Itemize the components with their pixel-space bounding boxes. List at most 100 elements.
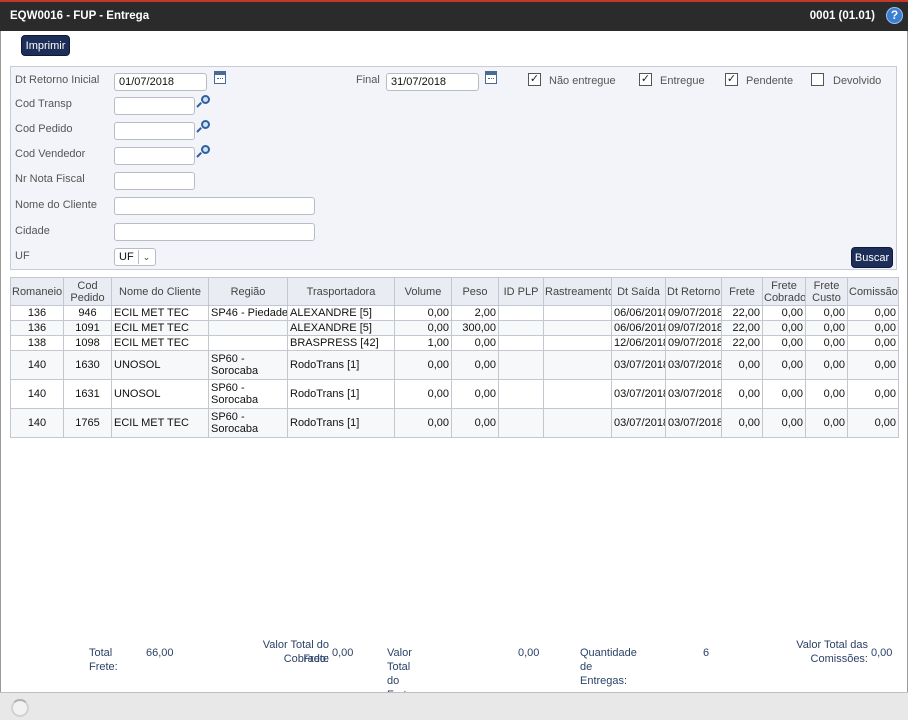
- uf-label: UF: [15, 250, 30, 262]
- cell: SP46 - Piedade: [208, 305, 288, 321]
- cell: RodoTrans [1]: [287, 408, 395, 438]
- nr-nota-fiscal-input[interactable]: [114, 172, 195, 190]
- col-header[interactable]: Dt Retorno: [665, 277, 722, 306]
- total-frete-label: Total Frete:: [89, 647, 118, 673]
- cell: 0,00: [451, 335, 499, 351]
- table-header-row: Romaneio Cod Pedido Nome do Cliente Regi…: [10, 277, 899, 306]
- col-header[interactable]: Dt Saída: [611, 277, 666, 306]
- entregue-label: Entregue: [660, 75, 705, 87]
- table-row[interactable]: 140 1630 UNOSOL SP60 - Sorocaba RodoTran…: [10, 350, 899, 380]
- pendente-label: Pendente: [746, 75, 794, 87]
- cell: 1091: [63, 320, 112, 336]
- search-button[interactable]: Buscar: [851, 247, 893, 268]
- cell: SP60 - Sorocaba: [208, 379, 288, 409]
- cell: [543, 320, 612, 336]
- cell: 0,00: [805, 379, 848, 409]
- cell: 0,00: [451, 379, 499, 409]
- cell: [208, 320, 288, 336]
- cell: 1630: [63, 350, 112, 380]
- col-header[interactable]: Nome do Cliente: [111, 277, 209, 306]
- devolvido-checkbox[interactable]: [811, 73, 824, 86]
- cell: ALEXANDRE [5]: [287, 320, 395, 336]
- comissoes-value: 0,00: [871, 647, 893, 659]
- cod-transp-input[interactable]: [114, 97, 195, 115]
- nao-entregue-label: Não entregue: [549, 75, 616, 87]
- cod-transp-label: Cod Transp: [15, 98, 72, 110]
- cell: SP60 - Sorocaba: [208, 408, 288, 438]
- cell: BRASPRESS [42]: [287, 335, 395, 351]
- cell: 0,00: [721, 379, 763, 409]
- col-header[interactable]: Região: [208, 277, 288, 306]
- col-header[interactable]: ID PLP: [498, 277, 544, 306]
- col-header[interactable]: Cod Pedido: [63, 277, 112, 306]
- cell: 300,00: [451, 320, 499, 336]
- cell: 0,00: [721, 350, 763, 380]
- cod-vendedor-input[interactable]: [114, 147, 195, 165]
- cell: 03/07/2018: [665, 379, 722, 409]
- cell: 0,00: [805, 305, 848, 321]
- cell: 140: [10, 379, 64, 409]
- calendar-icon[interactable]: [214, 71, 226, 84]
- cell: [498, 350, 544, 380]
- dt-retorno-inicial-input[interactable]: 01/07/2018: [114, 73, 207, 91]
- table-row[interactable]: 138 1098 ECIL MET TEC BRASPRESS [42] 1,0…: [10, 335, 899, 351]
- col-header[interactable]: Frete: [721, 277, 763, 306]
- col-header[interactable]: Rastreamento: [543, 277, 612, 306]
- cod-pedido-input[interactable]: [114, 122, 195, 140]
- pendente-checkbox[interactable]: ✓: [725, 73, 738, 86]
- cidade-input[interactable]: [114, 223, 315, 241]
- cell: 946: [63, 305, 112, 321]
- cell: 0,00: [721, 408, 763, 438]
- filter-panel: Dt Retorno Inicial 01/07/2018 Final 31/0…: [10, 66, 897, 270]
- search-lookup-icon[interactable]: [196, 95, 210, 109]
- table-row[interactable]: 136 1091 ECIL MET TEC ALEXANDRE [5] 0,00…: [10, 320, 899, 336]
- cell: [498, 335, 544, 351]
- print-button[interactable]: Imprimir: [21, 35, 70, 56]
- search-lookup-icon[interactable]: [196, 120, 210, 134]
- calendar-icon[interactable]: [485, 71, 497, 84]
- col-header[interactable]: Volume: [394, 277, 452, 306]
- col-header[interactable]: Trasportadora: [287, 277, 395, 306]
- frete-custo-value: 0,00: [518, 647, 540, 659]
- cell: 0,00: [847, 408, 899, 438]
- cell: 03/07/2018: [611, 408, 666, 438]
- frete-cobrado-label-cont: Cobrado:: [283, 653, 329, 665]
- entregue-checkbox[interactable]: ✓: [639, 73, 652, 86]
- col-header[interactable]: Romaneio: [10, 277, 64, 306]
- comissoes-label-cont: Comissões:: [810, 653, 868, 665]
- cell: 0,00: [762, 335, 806, 351]
- nao-entregue-checkbox[interactable]: ✓: [528, 73, 541, 86]
- cell: 0,00: [762, 408, 806, 438]
- title-bar: EQW0016 - FUP - Entrega 0001 (01.01) ?: [0, 0, 908, 31]
- cell: 136: [10, 320, 64, 336]
- search-lookup-icon[interactable]: [196, 145, 210, 159]
- final-date-input[interactable]: 31/07/2018: [386, 73, 479, 91]
- col-header[interactable]: Peso: [451, 277, 499, 306]
- cell: 0,00: [394, 320, 452, 336]
- cell: 136: [10, 305, 64, 321]
- cell: [498, 408, 544, 438]
- table-row[interactable]: 140 1765 ECIL MET TEC SP60 - Sorocaba Ro…: [10, 408, 899, 438]
- cell: 09/07/2018: [665, 335, 722, 351]
- col-header[interactable]: Frete Cobrado: [762, 277, 806, 306]
- cell: 0,00: [762, 350, 806, 380]
- col-header[interactable]: Frete Custo: [805, 277, 848, 306]
- cell: [543, 350, 612, 380]
- cod-vendedor-label: Cod Vendedor: [15, 148, 86, 160]
- cell: RodoTrans [1]: [287, 350, 395, 380]
- cell: 03/07/2018: [611, 350, 666, 380]
- cell: 0,00: [805, 350, 848, 380]
- table-row[interactable]: 140 1631 UNOSOL SP60 - Sorocaba RodoTran…: [10, 379, 899, 409]
- cell: 0,00: [805, 335, 848, 351]
- cell: 1765: [63, 408, 112, 438]
- table-row[interactable]: 136 946 ECIL MET TEC SP46 - Piedade ALEX…: [10, 305, 899, 321]
- cell: [498, 305, 544, 321]
- cell: 0,00: [762, 320, 806, 336]
- cell: 09/07/2018: [665, 305, 722, 321]
- cell: 0,00: [394, 379, 452, 409]
- nome-cliente-input[interactable]: [114, 197, 315, 215]
- help-icon[interactable]: ?: [886, 7, 903, 24]
- col-header[interactable]: Comissão: [847, 277, 899, 306]
- cell: 140: [10, 408, 64, 438]
- uf-select[interactable]: UF ⌄: [114, 248, 156, 266]
